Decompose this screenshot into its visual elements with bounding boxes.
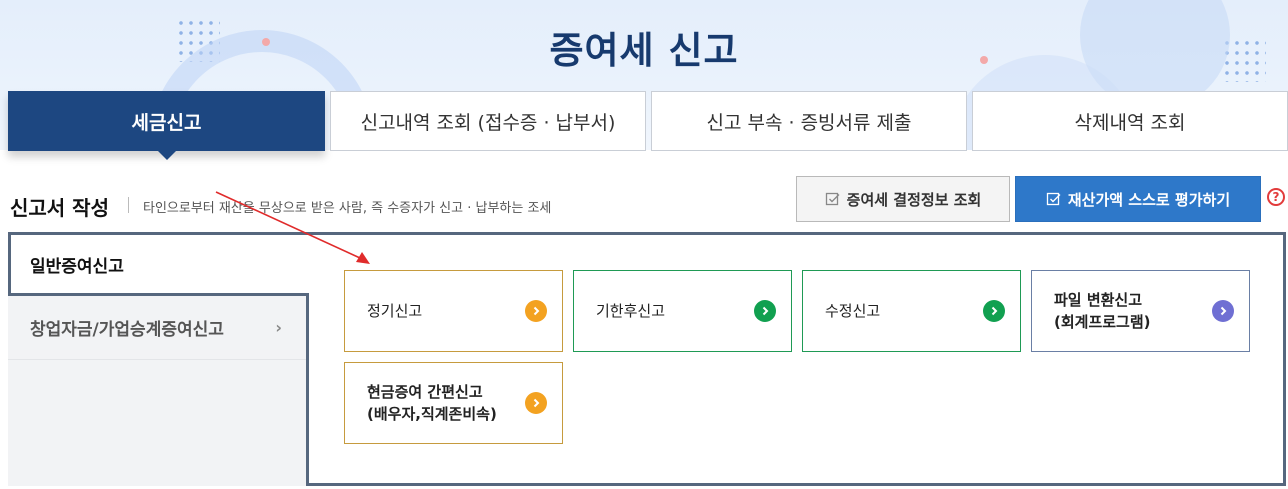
self-evaluate-label: 재산가액 스스로 평가하기: [1067, 190, 1231, 209]
sidebar-background: [8, 360, 306, 486]
card-label: 정기신고: [367, 302, 423, 320]
chevron-right-icon: ›: [275, 318, 282, 337]
page-title: 증여세 신고: [549, 29, 739, 72]
decision-lookup-label: 증여세 결정정보 조회: [846, 190, 982, 209]
chevron-right-icon: [754, 300, 776, 322]
card-cash-gift-simple-filing[interactable]: 현금증여 간편신고 (배우자,직계존비속): [344, 362, 563, 444]
card-label: 현금증여 간편신고 (배우자,직계존비속): [367, 381, 497, 425]
decision-lookup-button[interactable]: 증여세 결정정보 조회: [796, 176, 1010, 222]
section-description: 타인으로부터 재산을 무상으로 받은 사람, 즉 수증자가 신고 · 납부하는 …: [143, 201, 552, 216]
card-label-line2: (회계프로그램): [1054, 313, 1151, 331]
card-file-conversion-filing[interactable]: 파일 변환신고 (회계프로그램): [1031, 270, 1250, 352]
section-title: 신고서 작성: [10, 196, 109, 220]
chevron-right-icon: [525, 300, 547, 322]
checkbox-edit-icon: [825, 192, 840, 206]
card-regular-filing[interactable]: 정기신고: [344, 270, 563, 352]
card-label: 수정신고: [825, 302, 881, 320]
sidebar-item-label: 창업자금/가업승계증여신고: [30, 320, 224, 340]
card-amended-filing[interactable]: 수정신고: [802, 270, 1021, 352]
card-label-line1: 현금증여 간편신고: [367, 383, 483, 401]
help-icon[interactable]: ?: [1267, 188, 1285, 206]
sidebar-item-startup-succession[interactable]: 창업자금/가업승계증여신고 ›: [8, 296, 306, 360]
tab-attachment-submit[interactable]: 신고 부속 · 증빙서류 제출: [651, 91, 967, 151]
sidebar-item-label: 일반증여신고: [30, 256, 124, 277]
section-divider: [128, 197, 129, 213]
card-late-filing[interactable]: 기한후신고: [573, 270, 792, 352]
self-evaluate-button[interactable]: 재산가액 스스로 평가하기: [1015, 176, 1261, 222]
tab-joint: [306, 235, 310, 293]
checkbox-edit-icon: [1046, 192, 1061, 206]
tab-tax-filing[interactable]: 세금신고: [8, 91, 325, 160]
chevron-right-icon: [1212, 300, 1234, 322]
card-label-line1: 파일 변환신고: [1054, 291, 1143, 309]
card-label-line2: (배우자,직계존비속): [367, 405, 497, 423]
card-label: 파일 변환신고 (회계프로그램): [1054, 289, 1151, 333]
tab-filing-history[interactable]: 신고내역 조회 (접수증 · 납부서): [330, 91, 646, 151]
card-label: 기한후신고: [596, 302, 666, 320]
tab-deleted-history[interactable]: 삭제내역 조회: [972, 91, 1288, 151]
chevron-right-icon: [983, 300, 1005, 322]
chevron-right-icon: [525, 392, 547, 414]
sidebar-item-general-gift[interactable]: 일반증여신고: [8, 232, 309, 296]
